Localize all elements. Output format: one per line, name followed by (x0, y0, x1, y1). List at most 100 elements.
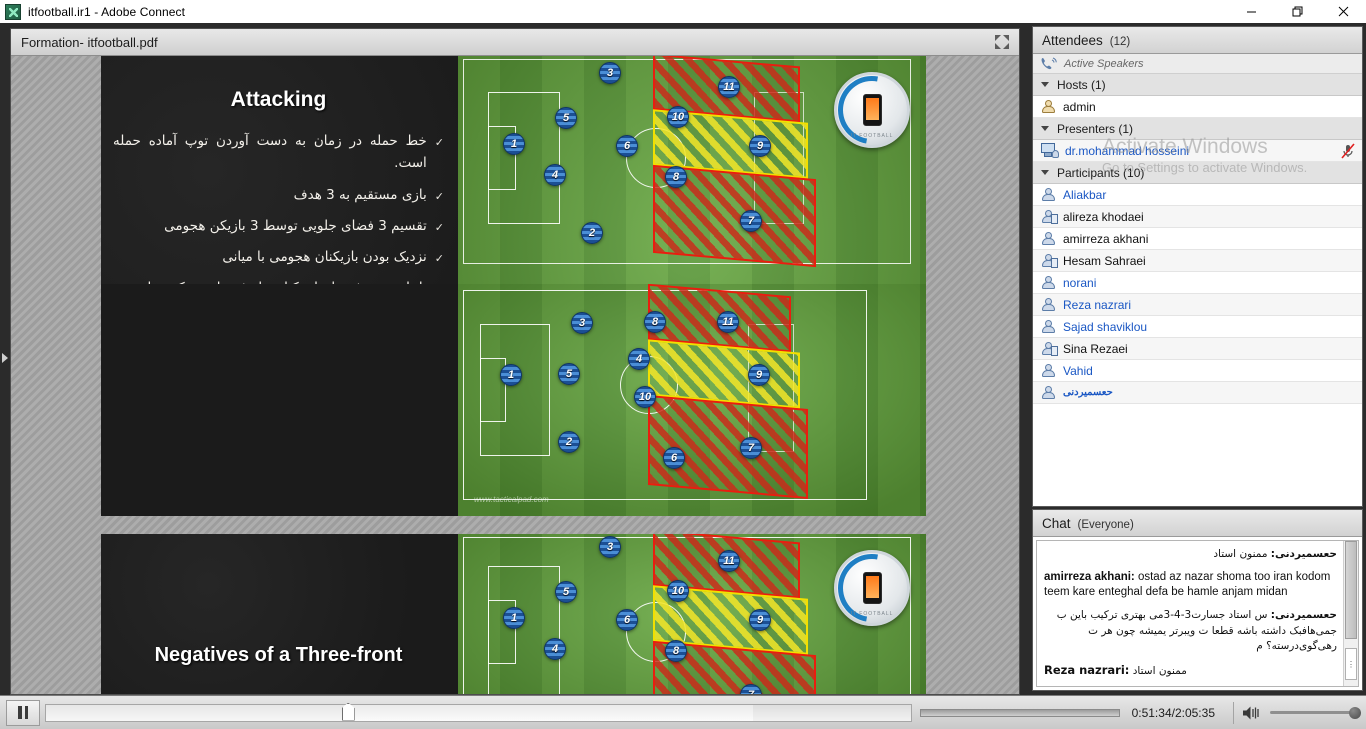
pause-icon (18, 706, 22, 719)
player-marker: 5 (558, 363, 580, 385)
attendees-list: Hosts (1) admin Presenters (1) dr.mohamm… (1033, 74, 1362, 506)
chat-scrollbar[interactable]: ⋮ (1343, 541, 1358, 686)
player-marker: 1 (503, 133, 525, 155)
chat-author: Reza nazrari: (1044, 663, 1130, 678)
user-icon (1041, 231, 1056, 246)
volume-icon[interactable] (1242, 705, 1262, 721)
user-icon (1041, 385, 1056, 400)
chevron-down-icon[interactable] (1041, 82, 1049, 87)
player-marker: 9 (749, 135, 771, 157)
attendee-name: Hesam Sahraei (1063, 253, 1146, 268)
attendee-row[interactable]: Sajad shaviklou (1033, 316, 1362, 338)
share-pod-header: Formation- itfootball.pdf (11, 29, 1019, 56)
attendee-row[interactable]: Vahid (1033, 360, 1362, 382)
check-icon: ✓ (434, 220, 444, 234)
chat-pod: Chat (Everyone) حعسمیردنی: ممنون استاد a… (1032, 509, 1363, 691)
check-icon: ✓ (434, 189, 444, 203)
bullet-text: خط حمله در زمان به دست آوردن توپ آماده ح… (113, 133, 427, 172)
player-marker: 7 (740, 210, 762, 232)
attendee-name: norani (1063, 275, 1097, 290)
volume-slider[interactable] (1270, 706, 1361, 719)
right-panel-column: Attendees (12) Active Speakers Hosts (1) (1028, 23, 1366, 729)
attendee-row[interactable]: Hesam Sahraei (1033, 250, 1362, 272)
chat-message-area[interactable]: حعسمیردنی: ممنون استاد amirreza akhani: … (1036, 540, 1359, 687)
pause-button[interactable] (6, 699, 40, 726)
slide-title: Negatives of a Three-front (154, 644, 403, 666)
check-icon: ✓ (434, 136, 444, 149)
chat-title: Chat (1042, 516, 1071, 531)
minimize-button[interactable] (1228, 0, 1274, 23)
attendee-group-presenters[interactable]: Presenters (1) (1033, 118, 1362, 140)
player-marker: 3 (571, 312, 593, 334)
list-item: ✓ نزدیک بودن بازیکنان هجومی با میانی (113, 246, 444, 268)
chevron-down-icon[interactable] (1041, 170, 1049, 175)
user-phone-icon (1041, 253, 1058, 268)
left-panel-collapse-rail[interactable] (0, 23, 10, 695)
attendee-row[interactable]: Sina Rezaei (1033, 338, 1362, 360)
attendee-row-admin[interactable]: admin (1033, 96, 1362, 118)
attendee-group-hosts[interactable]: Hosts (1) (1033, 74, 1362, 96)
player-marker: 3 (599, 536, 621, 558)
chat-message: amirreza akhani: ostad az nazar shoma to… (1044, 570, 1337, 601)
seek-bar[interactable] (45, 702, 912, 722)
attendee-row[interactable]: alireza khodaei (1033, 206, 1362, 228)
attendee-row[interactable]: Reza nazrari (1033, 294, 1362, 316)
chat-scrollbar-thumb[interactable] (1345, 541, 1357, 639)
slide-text-panel: Negatives of a Three-front (101, 534, 458, 694)
slide: Negatives of a Three-front 1 3 4 5 6 8 9… (101, 534, 926, 694)
chevron-down-icon[interactable] (1041, 126, 1049, 131)
logo-caption: IT FOOTBALL (850, 133, 894, 139)
football-pitch: 1 2 3 4 5 6 7 8 9 10 11 (458, 284, 926, 512)
attendee-group-participants[interactable]: Participants (10) (1033, 162, 1362, 184)
list-item: ✓ تقسیم 3 فضای جلویی توسط 3 بازیکن هجومی (113, 215, 444, 237)
chat-author: حعسمیردنی: (1270, 608, 1337, 621)
chat-message: Reza nazrari: ممنون استاد (1044, 662, 1337, 680)
attendee-name: Aliakbar (1063, 187, 1107, 202)
player-marker: 8 (665, 166, 687, 188)
microphone-muted-icon[interactable] (1341, 143, 1355, 159)
attendee-row[interactable]: حعسمیردنی (1033, 382, 1362, 404)
attendee-name: admin (1063, 99, 1096, 114)
chat-author: حعسمیردنی: (1270, 548, 1337, 560)
attendee-name: Vahid (1063, 363, 1093, 378)
player-marker: 10 (667, 580, 689, 602)
fullscreen-icon[interactable] (993, 33, 1011, 51)
chat-options-grip[interactable]: ⋮ (1345, 648, 1357, 680)
expand-panel-arrow-icon[interactable] (2, 353, 8, 363)
chat-message: حعسمیردنی: س استاد جسارت3-4-3می بهتری تر… (1044, 608, 1337, 655)
chat-message: حعسمیردنی: ممنون استاد (1044, 547, 1337, 563)
player-marker: 1 (500, 364, 522, 386)
phone-speaker-icon (1041, 57, 1057, 70)
attendees-count: (12) (1109, 36, 1131, 48)
bullet-text: تقسیم 3 فضای جلویی توسط 3 بازیکن هجومی (164, 217, 427, 234)
chat-messages: حعسمیردنی: ممنون استاد amirreza akhani: … (1037, 541, 1343, 686)
player-marker: 10 (634, 386, 656, 408)
player-marker: 3 (599, 62, 621, 84)
toolbar-divider (1233, 701, 1234, 724)
app-icon (5, 3, 21, 20)
player-marker: 9 (748, 364, 770, 386)
window-titlebar: itfootball.ir1 - Adobe Connect (0, 0, 1366, 23)
attendee-row-presenter[interactable]: dr.mohammad hosseini (1033, 140, 1362, 162)
active-speakers-row[interactable]: Active Speakers (1033, 54, 1362, 74)
player-marker: 2 (581, 222, 603, 244)
volume-handle[interactable] (1349, 706, 1361, 719)
share-pod-body[interactable]: Attacking ✓ خط حمله در زمان به دست آوردن… (11, 56, 1019, 694)
user-icon (1041, 319, 1056, 334)
user-icon (1041, 275, 1056, 290)
player-marker: 4 (544, 638, 566, 660)
attendee-row[interactable]: Aliakbar (1033, 184, 1362, 206)
attendee-row[interactable]: amirreza akhani (1033, 228, 1362, 250)
close-button[interactable] (1320, 0, 1366, 23)
player-marker: 2 (558, 431, 580, 453)
window-title: itfootball.ir1 - Adobe Connect (28, 4, 186, 19)
player-marker: 10 (667, 106, 689, 128)
player-marker: 6 (616, 135, 638, 157)
maximize-button[interactable] (1274, 0, 1320, 23)
group-label: Hosts (1) (1057, 77, 1106, 92)
active-speakers-label: Active Speakers (1064, 57, 1144, 70)
pitch-watermark: www.tacticalpad.com (474, 495, 549, 504)
adobe-connect-app: Formation- itfootball.pdf Attacking ✓ خط… (0, 23, 1366, 729)
attendee-row[interactable]: norani (1033, 272, 1362, 294)
share-pod: Formation- itfootball.pdf Attacking ✓ خط… (10, 28, 1020, 695)
